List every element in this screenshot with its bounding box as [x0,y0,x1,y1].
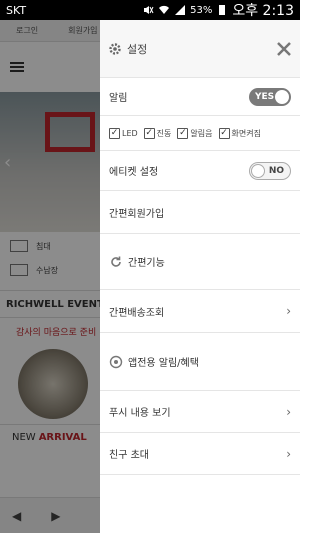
drawer-header: 설정 [100,20,300,78]
push-content-item[interactable]: 푸시 내용 보기 › [100,391,300,433]
battery-percent: 53% [190,4,213,16]
mute-icon [144,6,154,14]
alarm-label: 알림 [109,93,128,104]
delivery-tracking-item[interactable]: 간편배송조회 › [100,290,300,333]
close-icon [277,41,291,56]
drawer-overlay[interactable] [0,20,100,533]
checkmark-icon: ✓ [109,127,120,139]
etiquette-toggle[interactable]: NO [249,161,291,180]
carrier-label: SKT [6,3,27,17]
invite-friend-item[interactable]: 친구 초대 › [100,433,300,475]
settings-drawer: 설정 알림 YES ✓ LED ✓ 진동 ✓ 알림음 ✓ 화면켜짐 에티켓 설정 NO … [100,20,300,533]
sound-checkbox[interactable]: ✓ 알림음 [177,127,213,139]
checkmark-icon: ✓ [143,127,155,139]
vibration-checkbox[interactable]: ✓ 진동 [143,127,171,139]
drawer-title: 설정 [127,42,148,56]
alarm-setting: 알림 YES [100,78,300,116]
checkmark-icon: ✓ [218,127,230,139]
checkmark-icon: ✓ [177,127,189,139]
gear-icon [109,42,121,55]
alarm-options: ✓ LED ✓ 진동 ✓ 알림음 ✓ 화면켜짐 [100,116,300,151]
alarm-toggle[interactable]: YES [249,87,291,106]
refresh-icon [111,256,121,267]
simple-join-item[interactable]: 간편회원가입 [100,191,300,234]
close-button[interactable] [268,33,300,65]
status-bar: SKT 53% 오후 2:13 [0,0,300,20]
app-alert-item[interactable]: 앱전용 알림/혜택 [100,333,300,391]
chevron-right-icon: › [286,304,291,318]
led-checkbox[interactable]: ✓ LED [109,127,138,139]
signal-icon [175,5,186,15]
screen-on-checkbox[interactable]: ✓ 화면켜짐 [218,127,261,139]
etiquette-label: 에티켓 설정 [109,167,159,178]
battery-icon [219,5,226,15]
etiquette-setting: 에티켓 설정 NO [100,151,300,191]
clock: 오후 2:13 [232,3,294,19]
simple-function-item[interactable]: 간편기능 [100,234,300,290]
wifi-icon [159,5,170,14]
chevron-right-icon: › [286,446,291,461]
chevron-right-icon: › [286,404,291,419]
target-icon [109,355,123,368]
